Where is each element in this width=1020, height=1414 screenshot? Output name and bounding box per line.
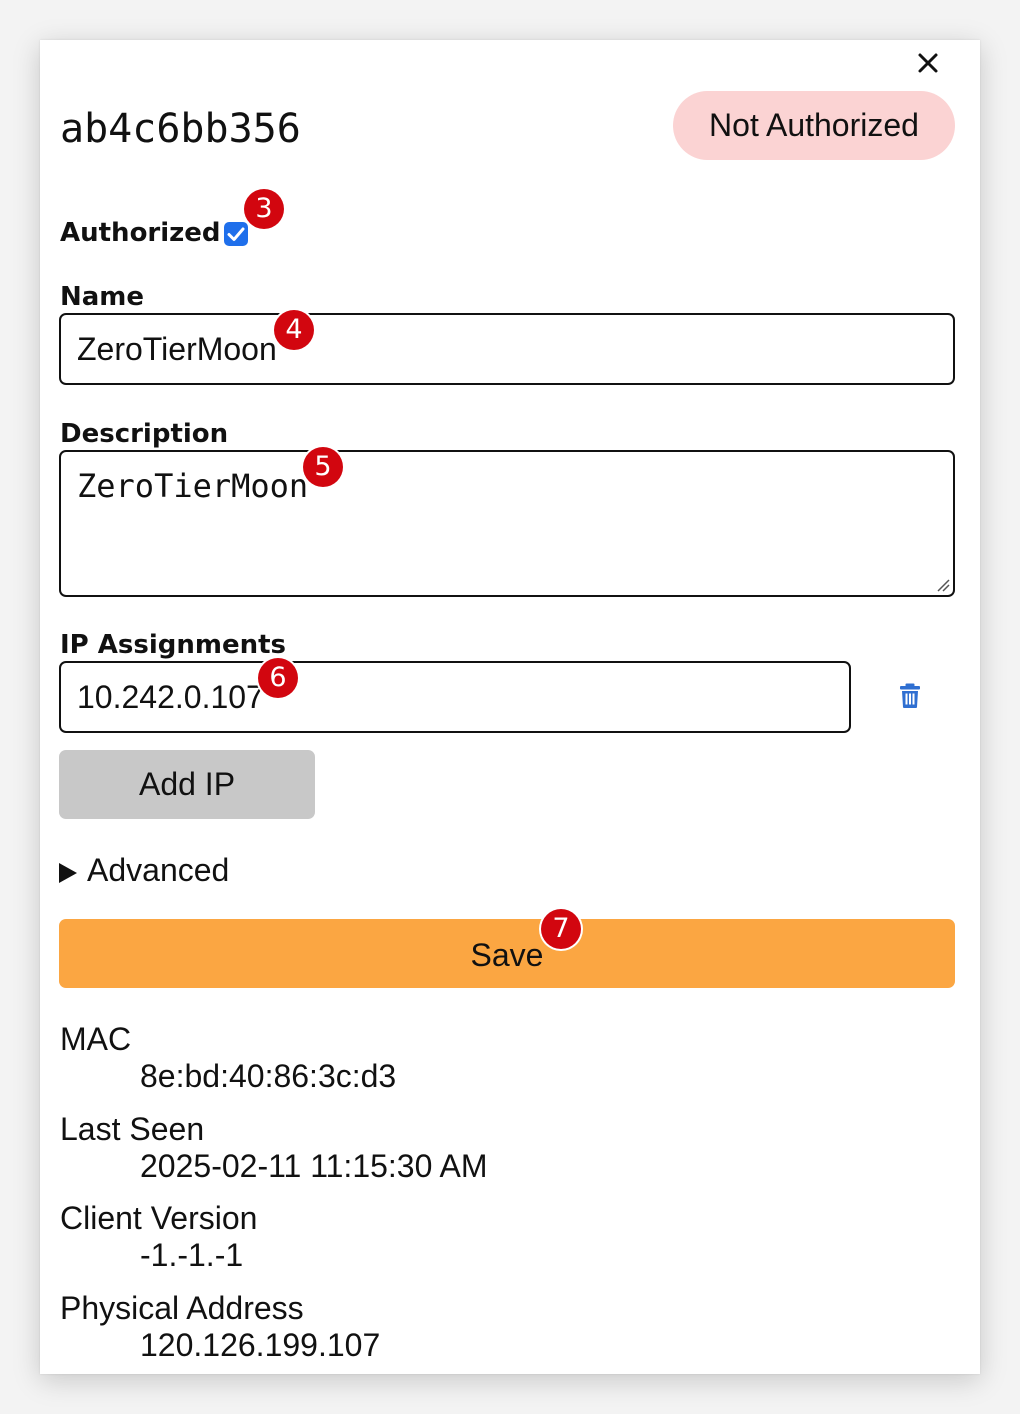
last-seen-label: Last Seen bbox=[60, 1111, 205, 1147]
name-input[interactable]: ZeroTierMoon bbox=[59, 313, 955, 385]
physical-address-label: Physical Address bbox=[60, 1290, 304, 1326]
mac-value: 8e:bd:40:86:3c:d3 bbox=[140, 1058, 397, 1094]
description-label: Description bbox=[60, 419, 229, 449]
advanced-toggle[interactable]: Advanced bbox=[59, 848, 229, 892]
trash-icon bbox=[900, 683, 920, 708]
ip-assignment-input[interactable]: 10.242.0.107 bbox=[59, 661, 851, 733]
authorized-checkbox[interactable] bbox=[224, 222, 248, 246]
client-version-label: Client Version bbox=[60, 1200, 258, 1236]
ip-assignments-label: IP Assignments bbox=[60, 630, 287, 660]
annotation-marker-6: 6 bbox=[258, 658, 298, 698]
close-icon bbox=[918, 53, 938, 73]
add-ip-button[interactable]: Add IP bbox=[59, 750, 315, 819]
physical-address-value: 120.126.199.107 bbox=[140, 1327, 381, 1363]
annotation-marker-3: 3 bbox=[244, 189, 284, 229]
status-badge: Not Authorized bbox=[673, 91, 955, 160]
checkmark-icon bbox=[227, 227, 245, 241]
triangle-right-icon bbox=[59, 863, 77, 883]
page-background: ab4c6bb356 Not Authorized Authorized 3 N… bbox=[0, 0, 1020, 1414]
member-detail-modal: ab4c6bb356 Not Authorized Authorized 3 N… bbox=[40, 40, 980, 1374]
name-label: Name bbox=[60, 282, 145, 312]
annotation-marker-7: 7 bbox=[541, 909, 581, 949]
close-button[interactable] bbox=[913, 48, 943, 78]
node-id-title: ab4c6bb356 bbox=[60, 106, 301, 152]
annotation-marker-5: 5 bbox=[303, 447, 343, 487]
last-seen-value: 2025-02-11 11:15:30 AM bbox=[140, 1148, 488, 1184]
resize-handle-icon[interactable] bbox=[936, 578, 950, 592]
description-textarea[interactable]: ZeroTierMoon bbox=[59, 450, 955, 597]
delete-ip-button[interactable] bbox=[898, 683, 924, 709]
annotation-marker-4: 4 bbox=[274, 310, 314, 350]
description-text: ZeroTierMoon bbox=[77, 467, 309, 505]
save-button[interactable]: Save bbox=[59, 919, 955, 988]
advanced-label: Advanced bbox=[87, 852, 230, 888]
authorized-label: Authorized bbox=[60, 218, 221, 248]
mac-label: MAC bbox=[60, 1021, 132, 1057]
client-version-value: -1.-1.-1 bbox=[140, 1237, 244, 1273]
